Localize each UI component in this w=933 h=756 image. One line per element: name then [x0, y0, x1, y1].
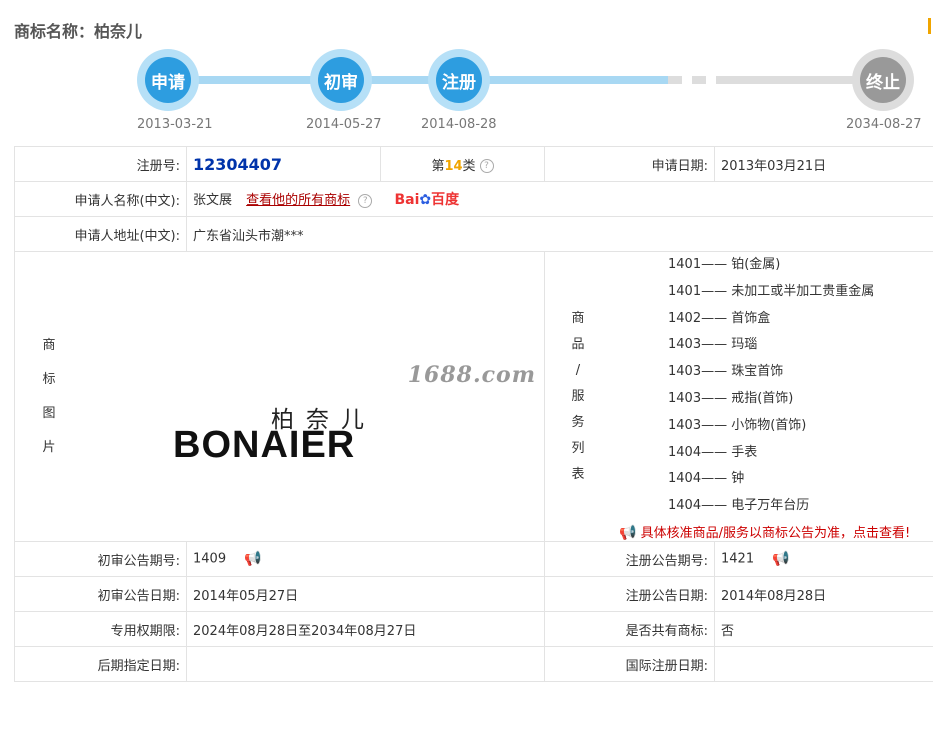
baidu-search-link[interactable]: Bai✿百度 — [394, 192, 459, 208]
address-label: 申请人地址(中文): — [14, 216, 187, 252]
baidu-paw-icon: ✿ — [419, 192, 432, 208]
prelim-no-value: 1409 — [193, 551, 227, 567]
reg-pub-no-value: 1421 — [721, 551, 755, 567]
shared-label: 是否共有商标: — [544, 611, 715, 648]
timeline-progress-line — [168, 76, 668, 84]
timeline-node-label: 终止 — [860, 57, 906, 103]
table-row: 初审公告日期: 2014年05月27日 注册公告日期: 2014年08月28日 — [14, 576, 933, 613]
apply-date-label: 申请日期: — [544, 146, 715, 182]
table-row: 注册号: 12304407 第14类? 申请日期: 2013年03月21日 — [14, 146, 933, 182]
applicant-cell: 张文展 查看他的所有商标 ? Bai✿百度 — [186, 181, 933, 217]
timeline-node-end: 终止 — [852, 49, 914, 111]
image-label-char: 图 — [42, 405, 56, 421]
class-prefix: 第 — [431, 158, 445, 174]
logo-english-text: BONAIER — [173, 424, 356, 466]
list-item: 1403—— 玛瑙 — [668, 337, 758, 353]
image-label-char: 商 — [42, 337, 56, 353]
goods-notice-text: 具体核准商品/服务以商标公告为准，点击查看! — [640, 525, 911, 541]
reg-no-label: 注册号: — [14, 146, 187, 182]
intl-date-value — [714, 646, 933, 683]
shared-value: 否 — [714, 611, 933, 648]
baidu-logo-text-cn: 百度 — [431, 192, 460, 208]
all-marks-link[interactable]: 查看他的所有商标 — [246, 193, 350, 208]
term-value: 2024年08月28日至2034年08月27日 — [186, 611, 545, 648]
timeline-node-label: 初审 — [318, 57, 364, 103]
reg-pub-date-label: 注册公告日期: — [544, 576, 715, 613]
page-title: 商标名称：柏奈儿 — [14, 22, 143, 41]
timeline-node-label: 注册 — [436, 57, 482, 103]
applicant-value: 张文展 — [193, 193, 233, 208]
timeline-node-register: 注册 — [428, 49, 490, 111]
timeline-node-apply: 申请 — [137, 49, 199, 111]
timeline-node-label: 申请 — [145, 57, 191, 103]
reg-pub-no-label: 注册公告期号: — [544, 541, 715, 578]
list-item: 1403—— 戒指(首饰) — [668, 390, 794, 406]
table-row: 后期指定日期: 国际注册日期: — [14, 646, 933, 683]
table-row: 商 标 图 片 1688.com 柏奈儿 BONAIER 商 品 / 服 务 列… — [14, 250, 933, 543]
prelim-date-label: 初审公告日期: — [14, 576, 187, 613]
timeline-date-register: 2014-08-28 — [421, 117, 497, 132]
goods-services-cell: 商 品 / 服 务 列 表 1401—— 铂(金属) 1401—— 未加工或半加… — [544, 250, 933, 543]
timeline-date-apply: 2013-03-21 — [137, 117, 213, 132]
baidu-logo-text: Bai — [394, 192, 420, 208]
list-item: 1403—— 珠宝首饰 — [668, 364, 784, 380]
reg-pub-date-value: 2014年08月28日 — [714, 576, 933, 613]
address-value: 广东省汕头市潮*** — [186, 216, 933, 252]
intl-date-label: 国际注册日期: — [544, 646, 715, 683]
goods-list: 1401—— 铂(金属) 1401—— 未加工或半加工贵重金属 1402—— 首… — [545, 252, 910, 520]
goods-notice-link[interactable]: 📢 具体核准商品/服务以商标公告为准，点击查看! — [545, 522, 911, 542]
help-icon[interactable]: ? — [358, 193, 373, 208]
trademark-image-cell: 商 标 图 片 1688.com 柏奈儿 BONAIER — [14, 250, 545, 543]
image-label-char: 片 — [42, 439, 56, 455]
later-date-value — [186, 646, 545, 683]
megaphone-icon[interactable]: 📢 — [772, 551, 789, 567]
later-date-label: 后期指定日期: — [14, 646, 187, 683]
list-item: 1402—— 首饰盒 — [668, 310, 771, 326]
timeline-node-prelim: 初审 — [310, 49, 372, 111]
timeline-date-prelim: 2014-05-27 — [306, 117, 382, 132]
reg-pub-no-cell: 1421 📢 — [714, 541, 933, 578]
watermark: 1688.com — [407, 362, 536, 388]
list-item: 1403—— 小饰物(首饰) — [668, 417, 807, 433]
megaphone-icon[interactable]: 📢 — [244, 551, 261, 567]
list-item: 1401—— 铂(金属) — [668, 257, 781, 272]
list-item: 1401—— 未加工或半加工贵重金属 — [668, 283, 875, 299]
reg-no-value: 12304407 — [193, 154, 283, 174]
table-row: 申请人地址(中文): 广东省汕头市潮*** — [14, 216, 933, 252]
list-item: 1404—— 钟 — [668, 471, 745, 487]
corner-marker — [928, 18, 931, 34]
apply-date-value: 2013年03月21日 — [714, 146, 933, 182]
reg-no-cell: 12304407 — [186, 146, 381, 182]
image-label-vertical: 商 标 图 片 — [15, 252, 83, 541]
term-label: 专用权期限: — [14, 611, 187, 648]
table-row: 申请人名称(中文): 张文展 查看他的所有商标 ? Bai✿百度 — [14, 181, 933, 217]
applicant-label: 申请人名称(中文): — [14, 181, 187, 217]
timeline-date-end: 2034-08-27 — [846, 117, 922, 132]
class-suffix: 类 — [462, 158, 476, 174]
help-icon[interactable]: ? — [479, 159, 494, 173]
trademark-info-table: 注册号: 12304407 第14类? 申请日期: 2013年03月21日 申请… — [14, 146, 933, 683]
megaphone-icon: 📢 — [619, 525, 637, 542]
class-number: 14 — [444, 158, 463, 174]
list-item: 1404—— 手表 — [668, 444, 758, 460]
class-cell: 第14类? — [380, 146, 545, 182]
image-label-char: 标 — [42, 371, 56, 387]
prelim-date-value: 2014年05月27日 — [186, 576, 545, 613]
prelim-no-cell: 1409 📢 — [186, 541, 545, 578]
table-row: 专用权期限: 2024年08月28日至2034年08月27日 是否共有商标: 否 — [14, 611, 933, 648]
table-row: 初审公告期号: 1409 📢 注册公告期号: 1421 📢 — [14, 541, 933, 578]
prelim-no-label: 初审公告期号: — [14, 541, 187, 578]
list-item: 1404—— 电子万年台历 — [668, 498, 810, 514]
